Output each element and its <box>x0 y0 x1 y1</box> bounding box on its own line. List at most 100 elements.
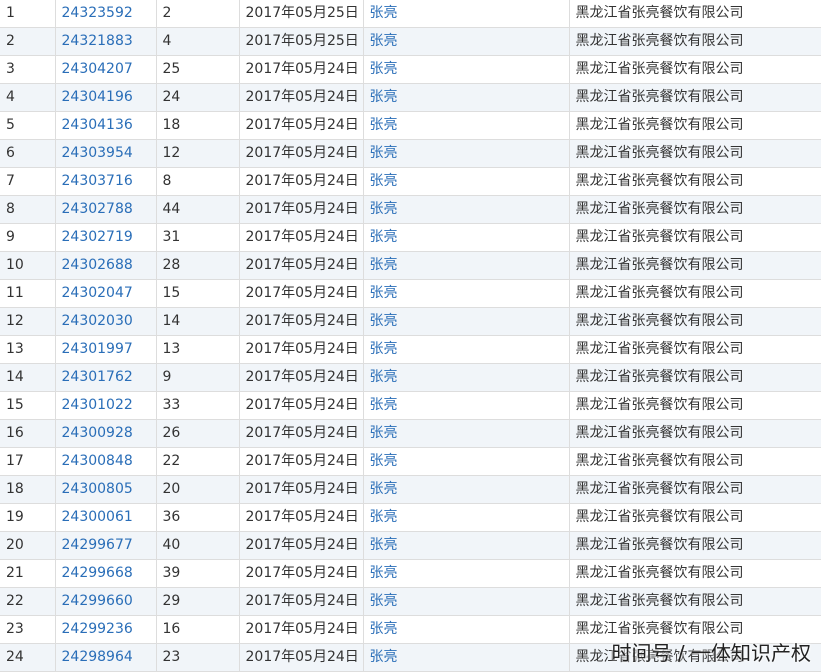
applicant-link[interactable]: 张亮 <box>363 335 570 364</box>
applicant-link[interactable]: 张亮 <box>363 531 570 560</box>
application-date: 2017年05月24日 <box>239 643 364 672</box>
row-number: 3 <box>0 55 56 84</box>
applicant-link[interactable]: 张亮 <box>363 279 570 308</box>
applicant-link[interactable]: 张亮 <box>363 587 570 616</box>
applicant-link[interactable]: 张亮 <box>363 139 570 168</box>
applicant-link[interactable]: 张亮 <box>363 419 570 448</box>
company-name: 黑龙江省张亮餐饮有限公司 <box>569 111 821 140</box>
registration-number-link[interactable]: 24299668 <box>55 559 157 588</box>
applicant-link[interactable]: 张亮 <box>363 195 570 224</box>
registration-number-link[interactable]: 24304136 <box>55 111 157 140</box>
row-number: 24 <box>0 643 56 672</box>
company-name: 黑龙江省张亮餐饮有限公司 <box>569 587 821 616</box>
class-number: 44 <box>156 195 240 224</box>
registration-number-link[interactable]: 24300805 <box>55 475 157 504</box>
registration-number-link[interactable]: 24302719 <box>55 223 157 252</box>
company-name: 黑龙江省张亮餐饮有限公司 <box>569 391 821 420</box>
application-date: 2017年05月24日 <box>239 419 364 448</box>
registration-number-link[interactable]: 24304207 <box>55 55 157 84</box>
application-date: 2017年05月24日 <box>239 195 364 224</box>
applicant-link[interactable]: 张亮 <box>363 111 570 140</box>
registration-number-link[interactable]: 24302030 <box>55 307 157 336</box>
table-row: 3 24304207 25 2017年05月24日 张亮 黑龙江省张亮餐饮有限公… <box>0 55 821 84</box>
table-row: 1 24323592 2 2017年05月25日 张亮 黑龙江省张亮餐饮有限公司 <box>0 0 821 28</box>
row-number: 1 <box>0 0 56 28</box>
applicant-link[interactable]: 张亮 <box>363 83 570 112</box>
company-name: 黑龙江省张亮餐饮有限公司 <box>569 475 821 504</box>
application-date: 2017年05月24日 <box>239 167 364 196</box>
company-name: 黑龙江省张亮餐饮有限公司 <box>569 55 821 84</box>
row-number: 20 <box>0 531 56 560</box>
registration-number-link[interactable]: 24302688 <box>55 251 157 280</box>
row-number: 14 <box>0 363 56 392</box>
class-number: 28 <box>156 251 240 280</box>
table-row: 18 24300805 20 2017年05月24日 张亮 黑龙江省张亮餐饮有限… <box>0 475 821 504</box>
application-date: 2017年05月24日 <box>239 111 364 140</box>
applicant-link[interactable]: 张亮 <box>363 307 570 336</box>
company-name: 黑龙江省张亮餐饮有限公司 <box>569 251 821 280</box>
applicant-link[interactable]: 张亮 <box>363 615 570 644</box>
row-number: 13 <box>0 335 56 364</box>
registration-number-link[interactable]: 24300061 <box>55 503 157 532</box>
registration-number-link[interactable]: 24298964 <box>55 643 157 672</box>
registration-number-link[interactable]: 24299660 <box>55 587 157 616</box>
registration-number-link[interactable]: 24303954 <box>55 139 157 168</box>
class-number: 4 <box>156 27 240 56</box>
registration-number-link[interactable]: 24321883 <box>55 27 157 56</box>
registration-number-link[interactable]: 24302788 <box>55 195 157 224</box>
registration-number-link[interactable]: 24300848 <box>55 447 157 476</box>
row-number: 19 <box>0 503 56 532</box>
company-name: 黑龙江省张亮餐饮有限公司 <box>569 419 821 448</box>
registration-number-link[interactable]: 24301022 <box>55 391 157 420</box>
table-row: 19 24300061 36 2017年05月24日 张亮 黑龙江省张亮餐饮有限… <box>0 503 821 532</box>
applicant-link[interactable]: 张亮 <box>363 643 570 672</box>
registration-number-link[interactable]: 24299236 <box>55 615 157 644</box>
table-row: 22 24299660 29 2017年05月24日 张亮 黑龙江省张亮餐饮有限… <box>0 587 821 616</box>
applicant-link[interactable]: 张亮 <box>363 27 570 56</box>
row-number: 12 <box>0 307 56 336</box>
application-date: 2017年05月24日 <box>239 447 364 476</box>
company-name: 黑龙江省张亮餐饮有限公司 <box>569 363 821 392</box>
applicant-link[interactable]: 张亮 <box>363 223 570 252</box>
company-name: 黑龙江省张亮餐饮有限公司 <box>569 279 821 308</box>
table-row: 14 24301762 9 2017年05月24日 张亮 黑龙江省张亮餐饮有限公… <box>0 363 821 392</box>
application-date: 2017年05月24日 <box>239 83 364 112</box>
applicant-link[interactable]: 张亮 <box>363 167 570 196</box>
registration-number-link[interactable]: 24301762 <box>55 363 157 392</box>
row-number: 5 <box>0 111 56 140</box>
row-number: 18 <box>0 475 56 504</box>
application-date: 2017年05月24日 <box>239 363 364 392</box>
applicant-link[interactable]: 张亮 <box>363 251 570 280</box>
application-date: 2017年05月24日 <box>239 139 364 168</box>
class-number: 24 <box>156 83 240 112</box>
applicant-link[interactable]: 张亮 <box>363 55 570 84</box>
table-row: 13 24301997 13 2017年05月24日 张亮 黑龙江省张亮餐饮有限… <box>0 335 821 364</box>
registration-number-link[interactable]: 24302047 <box>55 279 157 308</box>
company-name: 黑龙江省张亮餐饮有限公司 <box>569 195 821 224</box>
table-row: 8 24302788 44 2017年05月24日 张亮 黑龙江省张亮餐饮有限公… <box>0 195 821 224</box>
company-name: 黑龙江省张亮餐饮有限公司 <box>569 503 821 532</box>
applicant-link[interactable]: 张亮 <box>363 447 570 476</box>
class-number: 39 <box>156 559 240 588</box>
application-date: 2017年05月24日 <box>239 391 364 420</box>
registration-number-link[interactable]: 24301997 <box>55 335 157 364</box>
row-number: 23 <box>0 615 56 644</box>
row-number: 17 <box>0 447 56 476</box>
registration-number-link[interactable]: 24304196 <box>55 83 157 112</box>
applicant-link[interactable]: 张亮 <box>363 0 570 28</box>
applicant-link[interactable]: 张亮 <box>363 475 570 504</box>
registration-number-link[interactable]: 24299677 <box>55 531 157 560</box>
class-number: 25 <box>156 55 240 84</box>
class-number: 14 <box>156 307 240 336</box>
watermark: 时间号 / 一体知识产权 <box>611 641 811 665</box>
applicant-link[interactable]: 张亮 <box>363 503 570 532</box>
applicant-link[interactable]: 张亮 <box>363 559 570 588</box>
registration-number-link[interactable]: 24323592 <box>55 0 157 28</box>
applicant-link[interactable]: 张亮 <box>363 363 570 392</box>
applicant-link[interactable]: 张亮 <box>363 391 570 420</box>
class-number: 20 <box>156 475 240 504</box>
class-number: 15 <box>156 279 240 308</box>
registration-number-link[interactable]: 24303716 <box>55 167 157 196</box>
table-row: 4 24304196 24 2017年05月24日 张亮 黑龙江省张亮餐饮有限公… <box>0 83 821 112</box>
registration-number-link[interactable]: 24300928 <box>55 419 157 448</box>
